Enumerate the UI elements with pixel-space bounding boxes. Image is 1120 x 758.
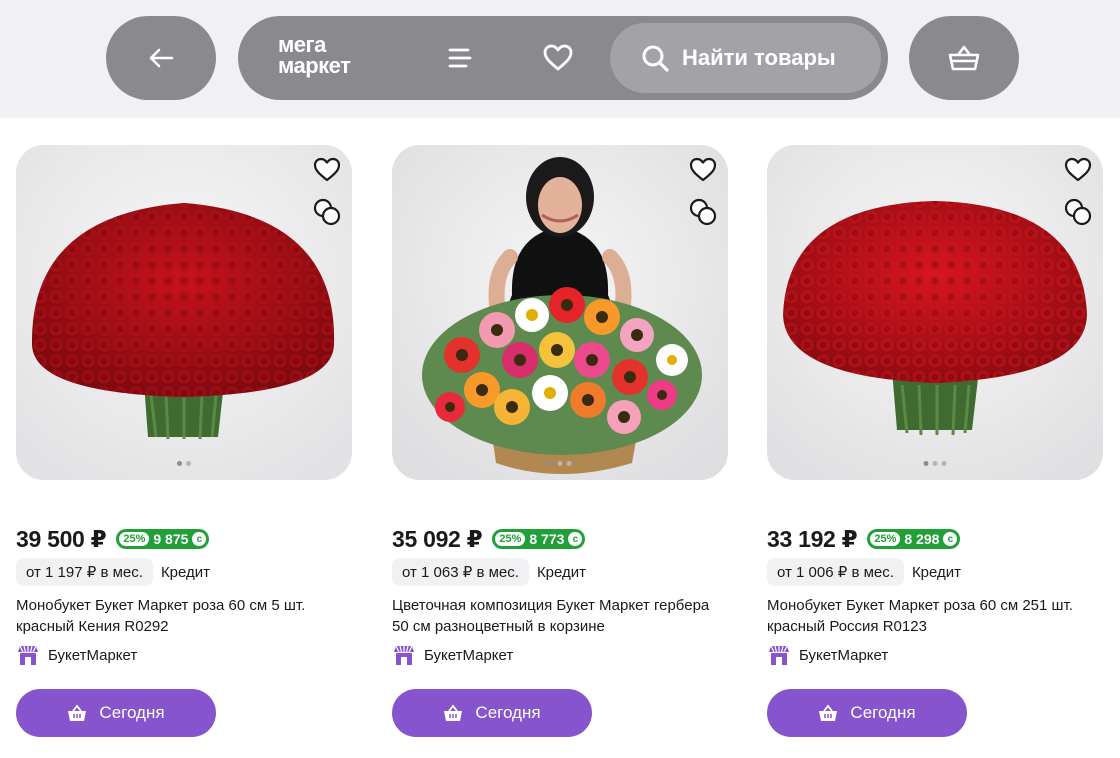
monthly-payment[interactable]: от 1 197 ₽ в мес. xyxy=(16,558,153,586)
basket-icon xyxy=(68,704,87,721)
seller-name: БукетМаркет xyxy=(799,646,889,664)
search-icon xyxy=(642,45,669,72)
credit-row: от 1 197 ₽ в мес. Кредит xyxy=(16,558,352,586)
product-photo[interactable] xyxy=(392,145,728,480)
bonus-amount: 9 875 xyxy=(153,531,189,547)
credit-label[interactable]: Кредит xyxy=(912,564,961,581)
add-to-cart-button[interactable]: Сегодня xyxy=(767,689,967,737)
logo-line-2: маркет xyxy=(278,53,351,78)
megamarket-logo[interactable]: мега маркет xyxy=(278,32,351,78)
add-to-favorites-icon[interactable] xyxy=(312,155,342,183)
compare-icon[interactable] xyxy=(1063,197,1093,227)
bonus-coin-icon: с xyxy=(192,532,207,546)
monthly-payment[interactable]: от 1 063 ₽ в мес. xyxy=(392,558,529,586)
bonus-coin-icon: с xyxy=(568,532,583,546)
cart-button[interactable] xyxy=(909,16,1019,100)
delivery-label: Сегодня xyxy=(850,703,916,722)
add-to-cart-button[interactable]: Сегодня xyxy=(16,689,216,737)
product-title[interactable]: Монобукет Букет Маркет роза 60 см 251 шт… xyxy=(767,595,1103,637)
bonus-amount: 8 773 xyxy=(529,531,565,547)
menu-icon[interactable] xyxy=(446,44,474,72)
search-placeholder: Найти товары xyxy=(682,45,836,70)
gerbera-basket-image xyxy=(392,145,728,480)
search-input[interactable]: Найти товары xyxy=(610,23,881,93)
bonus-badge: 25% 8 773 с xyxy=(492,529,586,549)
product-card[interactable]: 35 092 ₽ 25% 8 773 с от 1 063 ₽ в мес. К… xyxy=(392,145,728,737)
basket-icon xyxy=(819,704,838,721)
shop-icon xyxy=(18,645,38,665)
product-card[interactable]: 39 500 ₽ 25% 9 875 с от 1 197 ₽ в мес. К… xyxy=(16,145,352,737)
carousel-dots xyxy=(923,461,947,466)
shop-icon xyxy=(769,645,789,665)
carousel-dots xyxy=(177,461,191,466)
shop-icon xyxy=(394,645,414,665)
add-to-favorites-icon[interactable] xyxy=(1063,155,1093,183)
seller-name: БукетМаркет xyxy=(424,646,514,664)
product-title[interactable]: Цветочная композиция Букет Маркет гербер… xyxy=(392,595,728,637)
credit-label[interactable]: Кредит xyxy=(537,564,586,581)
bonus-percent: 25% xyxy=(870,532,901,546)
delivery-label: Сегодня xyxy=(475,703,541,722)
red-roses-image xyxy=(16,145,352,480)
header-navigation-pill: мега маркет Найти товары xyxy=(238,16,888,100)
arrow-left-icon xyxy=(149,48,174,68)
seller[interactable]: БукетМаркет xyxy=(16,643,352,667)
compare-icon[interactable] xyxy=(688,197,718,227)
bonus-badge: 25% 9 875 с xyxy=(116,529,210,549)
bonus-percent: 25% xyxy=(119,532,150,546)
carousel-dots xyxy=(548,461,572,466)
bonus-coin-icon: с xyxy=(943,532,958,546)
delivery-label: Сегодня xyxy=(99,703,165,722)
back-button[interactable] xyxy=(106,16,216,100)
seller[interactable]: БукетМаркет xyxy=(767,643,1103,667)
basket-icon xyxy=(444,704,463,721)
product-card[interactable]: 33 192 ₽ 25% 8 298 с от 1 006 ₽ в мес. К… xyxy=(767,145,1103,737)
product-photo[interactable] xyxy=(16,145,352,480)
price: 39 500 ₽ xyxy=(16,525,107,552)
seller-name: БукетМаркет xyxy=(48,646,138,664)
add-to-cart-button[interactable]: Сегодня xyxy=(392,689,592,737)
bonus-amount: 8 298 xyxy=(904,531,940,547)
logo-line-1: мега xyxy=(278,32,326,57)
credit-row: от 1 063 ₽ в мес. Кредит xyxy=(392,558,728,586)
price-row: 33 192 ₽ 25% 8 298 с xyxy=(767,523,1103,555)
price-row: 35 092 ₽ 25% 8 773 с xyxy=(392,523,728,555)
credit-label[interactable]: Кредит xyxy=(161,564,210,581)
price: 33 192 ₽ xyxy=(767,525,858,552)
red-roses-image xyxy=(767,145,1103,480)
product-photo[interactable] xyxy=(767,145,1103,480)
credit-row: от 1 006 ₽ в мес. Кредит xyxy=(767,558,1103,586)
add-to-favorites-icon[interactable] xyxy=(688,155,718,183)
bonus-percent: 25% xyxy=(495,532,526,546)
product-title[interactable]: Монобукет Букет Маркет роза 60 см 5 шт. … xyxy=(16,595,352,637)
compare-icon[interactable] xyxy=(312,197,342,227)
top-header: мега маркет Найти товары xyxy=(0,0,1120,118)
price: 35 092 ₽ xyxy=(392,525,483,552)
price-row: 39 500 ₽ 25% 9 875 с xyxy=(16,523,352,555)
seller[interactable]: БукетМаркет xyxy=(392,643,728,667)
bonus-badge: 25% 8 298 с xyxy=(867,529,961,549)
cart-icon xyxy=(948,45,980,71)
monthly-payment[interactable]: от 1 006 ₽ в мес. xyxy=(767,558,904,586)
heart-icon[interactable] xyxy=(542,42,574,74)
